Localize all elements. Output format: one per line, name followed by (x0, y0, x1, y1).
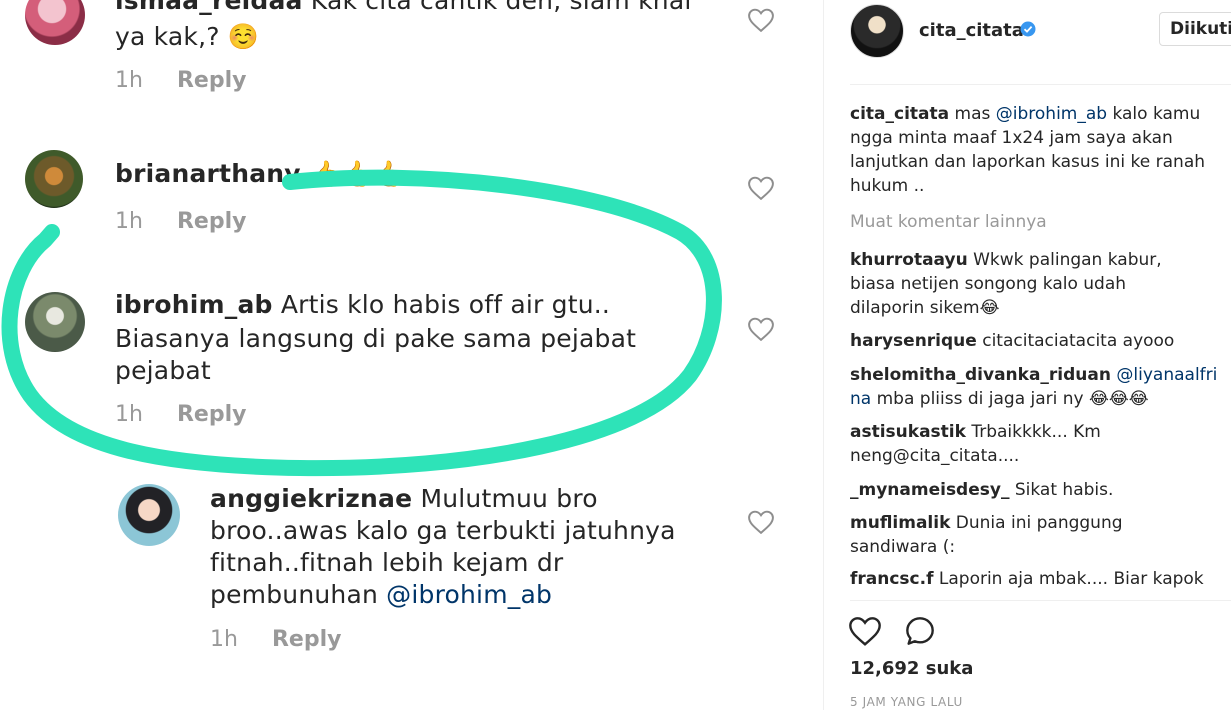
comment-body-line: Biasanya langsung di pake sama pejabat (115, 324, 637, 353)
side-comment-username[interactable]: harysenrique (850, 331, 977, 351)
like-count[interactable]: 12,692 suka (850, 658, 973, 679)
side-comment-text: Laporin aja mbak.... Biar kapok (938, 569, 1204, 589)
side-comment-username[interactable]: muflimalik (850, 513, 950, 533)
comment-time: 1h (115, 68, 143, 93)
side-comment: astisukastik Trbaikkkk... Km (850, 420, 1220, 444)
caption: cita_citata mas @ibrohim_ab kalo kamu (850, 102, 1220, 126)
side-comment-username[interactable]: _mynameisdesy_ (850, 480, 1009, 500)
caption-line: lanjutkan dan laporkan kasus ini ke rana… (850, 152, 1206, 172)
side-comment: shelomitha_divanka_riduan @liyanaalfri (850, 363, 1220, 387)
comment-meta: 1h Reply (115, 402, 246, 427)
mention-link[interactable]: @ibrohim_ab (996, 104, 1107, 124)
side-comment-text: Trbaikkkk... Km (971, 422, 1101, 442)
comment-username[interactable]: ibrohim_ab (115, 290, 273, 319)
side-comment-line: dilaporin sikem😂 (850, 298, 1000, 318)
comment-body-line: fitnah..fitnah lebih kejam dr (210, 548, 564, 577)
comment-body: Mulutmuu bro (420, 484, 598, 513)
comment-meta: 1h Reply (115, 209, 246, 234)
mention-link[interactable]: @liyanaalfri (1116, 365, 1217, 385)
heart-icon[interactable] (748, 317, 774, 341)
comment-text: ibrohim_ab Artis klo habis off air gtu.. (115, 288, 610, 322)
side-comment-text: mba pliiss di jaga jari ny 😂😂😂 (876, 389, 1149, 409)
mention-link[interactable]: na (850, 389, 871, 409)
heart-icon[interactable] (748, 176, 774, 200)
side-comment-username[interactable]: khurrotaayu (850, 250, 968, 270)
comment-body-line: pejabat (115, 356, 211, 385)
side-comment-text: Wkwk palingan kabur, (973, 250, 1162, 270)
follow-button[interactable]: Diikuti (1159, 12, 1231, 46)
comment-list: ismaa_reidaa Kak cita cantik deh, siam k… (0, 0, 822, 710)
side-comment: harysenrique citacitaciatacita ayooo (850, 329, 1220, 353)
comment-body-line: pembunuhan @ibrohim_ab (210, 578, 552, 612)
caption-text: kalo kamu (1112, 104, 1201, 124)
comment-meta: 1h Reply (210, 627, 341, 652)
comment-body-line: broo..awas kalo ga terbukti jatuhnya (210, 516, 676, 545)
comment-icon[interactable] (904, 615, 936, 647)
caption-username[interactable]: cita_citata (850, 104, 949, 124)
comment-time: 1h (115, 209, 143, 234)
comment-body-line: ya kak,? ☺️ (115, 22, 260, 51)
load-more-comments[interactable]: Muat komentar lainnya (850, 212, 1047, 232)
reply-button[interactable]: Reply (272, 627, 342, 652)
side-comment-text: Sikat habis. (1014, 480, 1114, 500)
heart-icon[interactable] (748, 510, 774, 534)
panel-divider (823, 0, 824, 710)
side-comment-username[interactable]: francsc.f (850, 569, 933, 589)
post-username[interactable]: cita_citata (919, 20, 1024, 41)
caption-line: ngga minta maaf 1x24 jam saya akan (850, 128, 1173, 148)
comment-username[interactable]: ismaa_reidaa (115, 0, 303, 15)
comment-body: Kak cita cantik deh, siam khai (310, 0, 692, 15)
avatar[interactable] (25, 292, 85, 352)
comment-body: pembunuhan (210, 580, 379, 609)
divider (850, 84, 1231, 85)
reply-button[interactable]: Reply (177, 68, 247, 93)
caption-line: hukum .. (850, 176, 925, 196)
avatar[interactable] (118, 484, 180, 546)
side-comment-line: neng@cita_citata.... (850, 446, 1020, 466)
side-comment-line: sandiwara (: (850, 537, 956, 557)
avatar[interactable] (25, 0, 85, 45)
comment-time: 1h (210, 627, 238, 652)
side-comment-line: na mba pliiss di jaga jari ny 😂😂😂 (850, 387, 1220, 411)
reply-button[interactable]: Reply (177, 209, 247, 234)
side-comment-line: biasa netijen songong kalo udah (850, 274, 1127, 294)
heart-icon[interactable] (849, 616, 881, 646)
side-comment: _mynameisdesy_ Sikat habis. (850, 478, 1220, 502)
side-comment-username[interactable]: shelomitha_divanka_riduan (850, 365, 1111, 385)
comment-body: Artis klo habis off air gtu.. (280, 290, 611, 319)
caption-text: mas (954, 104, 991, 124)
side-comment: khurrotaayu Wkwk palingan kabur, (850, 248, 1220, 272)
side-comment: muflimalik Dunia ini panggung (850, 511, 1220, 535)
comment-meta: 1h Reply (115, 68, 246, 93)
comment-username[interactable]: anggiekriznae (210, 484, 412, 513)
avatar[interactable] (25, 150, 83, 208)
reply-button[interactable]: Reply (177, 402, 247, 427)
comment-username[interactable]: brianarthany (115, 159, 301, 188)
heart-icon[interactable] (748, 8, 774, 32)
side-comment-text: citacitaciatacita ayooo (982, 331, 1175, 351)
comment-time: 1h (115, 402, 143, 427)
side-comment: francsc.f Laporin aja mbak.... Biar kapo… (850, 567, 1220, 591)
mention-link[interactable]: @ibrohim_ab (386, 580, 552, 609)
comment-text: ismaa_reidaa Kak cita cantik deh, siam k… (115, 0, 692, 18)
avatar[interactable] (850, 4, 904, 58)
post-timestamp: 5 JAM YANG LALU (850, 695, 963, 709)
comment-text: anggiekriznae Mulutmuu bro (210, 482, 598, 516)
verified-icon (1020, 21, 1036, 37)
side-comment-text: Dunia ini panggung (955, 513, 1123, 533)
side-comment-username[interactable]: astisukastik (850, 422, 966, 442)
comment-text: brianarthany 👍👍👍 (115, 157, 403, 191)
comment-body: 👍👍👍 (308, 159, 403, 188)
divider (850, 600, 1231, 601)
